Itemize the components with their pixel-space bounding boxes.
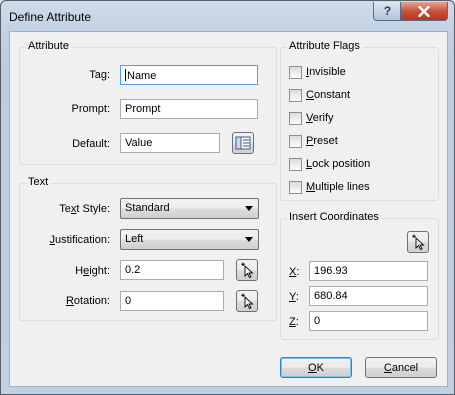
- attribute-group: Attribute Tag: Name Prompt: Prompt Defau…: [19, 40, 277, 165]
- text-group-title: Text: [26, 176, 51, 188]
- constant-checkbox[interactable]: Constant: [289, 87, 350, 103]
- pick-rotation-button[interactable]: [236, 290, 258, 312]
- multiple-lines-label: Multiple lines: [306, 181, 370, 193]
- height-input[interactable]: 0.2: [120, 260, 224, 280]
- tag-value: Name: [127, 70, 157, 82]
- pick-height-button[interactable]: [236, 259, 258, 281]
- default-input[interactable]: Value: [120, 133, 220, 153]
- y-label: Y:: [289, 291, 299, 303]
- text-caret: [125, 69, 126, 81]
- checkbox-box[interactable]: [289, 111, 302, 125]
- checkbox-box[interactable]: [289, 157, 302, 171]
- cancel-button-label: Cancel: [383, 361, 419, 374]
- pick-point-icon: [412, 234, 425, 250]
- insert-coordinates-group: Insert Coordinates X: 196.93 Y: 680.84 Z…: [280, 211, 439, 340]
- dialog-body: Attribute Tag: Name Prompt: Prompt Defau…: [9, 31, 448, 387]
- text-group: Text Text Style: Standard Justification:…: [19, 176, 277, 321]
- default-label: Default:: [72, 138, 110, 150]
- pick-insertion-point-button[interactable]: [407, 231, 429, 253]
- title-bar[interactable]: Define Attribute ?: [1, 1, 454, 31]
- invisible-label: Invisible: [306, 66, 346, 78]
- x-label: X:: [289, 266, 300, 278]
- tag-input[interactable]: Name: [120, 65, 258, 85]
- help-button[interactable]: ?: [373, 2, 402, 21]
- preset-label: Preset: [306, 135, 338, 147]
- invisible-checkbox[interactable]: Invisible: [289, 64, 346, 80]
- x-coordinate-input[interactable]: 196.93: [309, 261, 428, 281]
- checkbox-box[interactable]: [289, 65, 302, 79]
- justification-label: Justification:: [49, 234, 110, 246]
- multiple-lines-checkbox[interactable]: Multiple lines: [289, 179, 370, 195]
- checkbox-box[interactable]: [289, 134, 302, 148]
- insert-coordinates-title: Insert Coordinates: [287, 211, 381, 223]
- prompt-label: Prompt:: [71, 103, 110, 115]
- close-icon: [418, 5, 430, 17]
- attribute-flags-title: Attribute Flags: [287, 40, 362, 52]
- constant-label: Constant: [306, 89, 351, 101]
- close-button[interactable]: [400, 2, 448, 21]
- y-coordinate-input[interactable]: 680.84: [309, 286, 428, 306]
- prompt-input[interactable]: Prompt: [120, 99, 258, 119]
- z-coordinate-input[interactable]: 0: [309, 311, 428, 331]
- height-label: Height:: [75, 265, 110, 277]
- chevron-down-icon: [245, 237, 253, 242]
- ok-button[interactable]: OK: [280, 357, 352, 378]
- justification-select[interactable]: Left: [120, 229, 259, 250]
- attribute-group-title: Attribute: [26, 40, 71, 52]
- rotation-input[interactable]: 0: [120, 291, 224, 311]
- lock-position-checkbox[interactable]: Lock position: [289, 156, 370, 172]
- verify-checkbox[interactable]: Verify: [289, 110, 334, 126]
- dialog-title: Define Attribute: [9, 10, 92, 24]
- justification-value: Left: [125, 233, 144, 245]
- checkbox-box[interactable]: [289, 180, 302, 194]
- define-attribute-dialog: Define Attribute ? Attribute Tag: Name P…: [0, 0, 455, 395]
- pick-point-icon: [241, 262, 254, 278]
- z-label: Z:: [289, 316, 299, 328]
- text-style-label: Text Style:: [59, 203, 110, 215]
- insert-field-button[interactable]: [232, 132, 254, 154]
- chevron-down-icon: [245, 206, 253, 211]
- lock-position-label: Lock position: [306, 158, 371, 170]
- attribute-flags-group: Attribute Flags Invisible Constant Verif…: [280, 40, 439, 201]
- field-list-icon: [235, 136, 251, 150]
- pick-point-icon: [241, 293, 254, 309]
- text-style-select[interactable]: Standard: [120, 198, 259, 219]
- cancel-button[interactable]: Cancel: [365, 357, 437, 378]
- text-style-value: Standard: [125, 202, 170, 214]
- preset-checkbox[interactable]: Preset: [289, 133, 338, 149]
- verify-label: Verify: [306, 112, 334, 124]
- ok-button-label: OK: [308, 361, 324, 374]
- tag-label: Tag:: [89, 69, 110, 81]
- rotation-label: Rotation:: [65, 295, 110, 307]
- checkbox-box[interactable]: [289, 88, 302, 102]
